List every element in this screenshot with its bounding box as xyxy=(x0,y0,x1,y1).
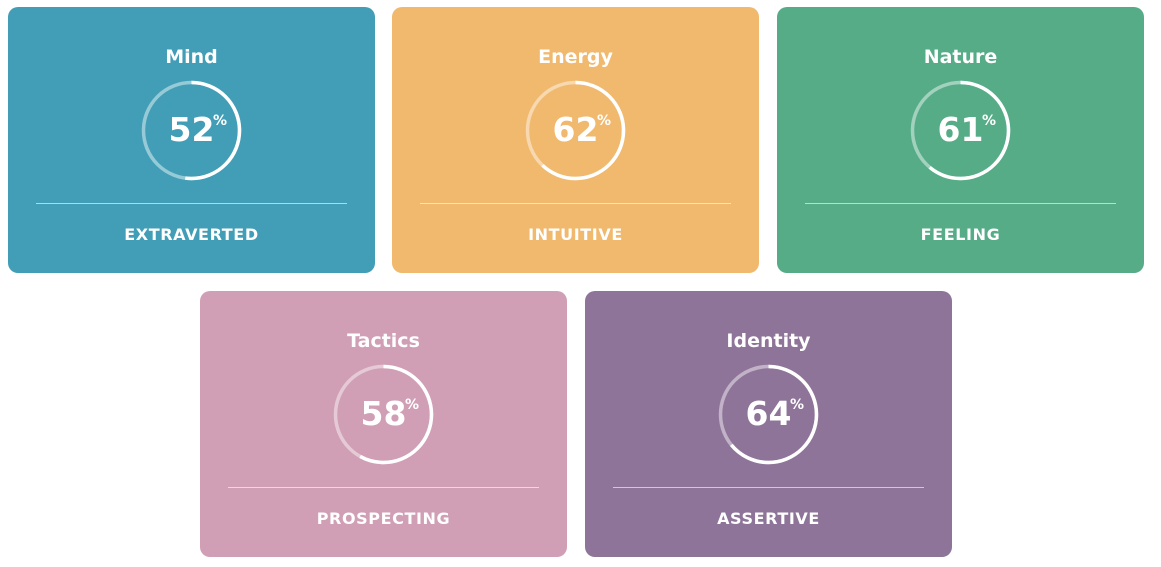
progress-ring: 61 % xyxy=(910,80,1011,181)
trait-card-identity[interactable]: Identity 64 % ASSERTIVE xyxy=(585,291,952,557)
trait-card-mind[interactable]: Mind 52 % EXTRAVERTED xyxy=(8,7,375,273)
trait-label: ASSERTIVE xyxy=(717,509,820,528)
percent-sign: % xyxy=(213,113,228,129)
trait-card-nature[interactable]: Nature 61 % FEELING xyxy=(777,7,1144,273)
progress-ring: 62 % xyxy=(525,80,626,181)
trait-card-tactics[interactable]: Tactics 58 % PROSPECTING xyxy=(200,291,567,557)
card-title: Mind xyxy=(165,46,218,68)
card-divider xyxy=(805,203,1116,204)
percent-sign: % xyxy=(790,397,805,413)
percent-sign: % xyxy=(405,397,420,413)
card-title: Energy xyxy=(538,46,613,68)
card-title: Identity xyxy=(726,330,811,352)
card-divider xyxy=(420,203,731,204)
card-divider xyxy=(613,487,924,488)
percent-sign: % xyxy=(982,113,997,129)
progress-ring: 52 % xyxy=(141,80,242,181)
progress-ring: 64 % xyxy=(718,364,819,465)
trait-label: FEELING xyxy=(920,225,1001,244)
trait-label: INTUITIVE xyxy=(528,225,623,244)
card-divider xyxy=(228,487,539,488)
trait-label: PROSPECTING xyxy=(316,509,451,528)
progress-ring: 58 % xyxy=(333,364,434,465)
card-title: Nature xyxy=(923,46,998,68)
trait-card-energy[interactable]: Energy 62 % INTUITIVE xyxy=(392,7,759,273)
card-divider xyxy=(36,203,347,204)
percent-sign: % xyxy=(597,113,612,129)
card-title: Tactics xyxy=(347,330,420,352)
trait-label: EXTRAVERTED xyxy=(124,225,259,244)
